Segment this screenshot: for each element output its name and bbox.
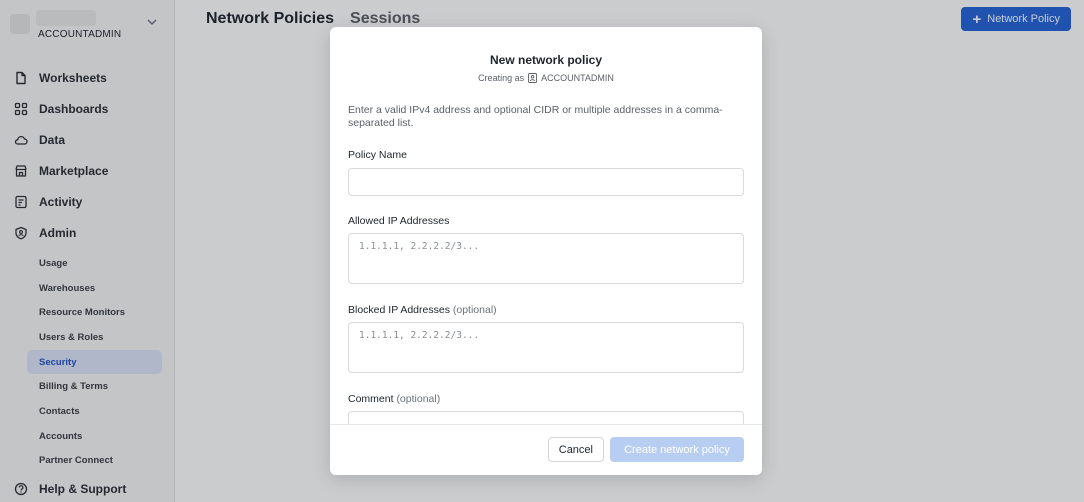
blocked-ip-textarea[interactable]: 1.1.1.1, 2.2.2.2/3...	[348, 322, 744, 373]
dialog-footer: Cancel Create network policy	[330, 424, 762, 475]
policy-name-input[interactable]	[348, 168, 744, 196]
dialog-title: New network policy	[489, 53, 603, 67]
allowed-ip-placeholder: 1.1.1.1, 2.2.2.2/3...	[359, 241, 480, 252]
policy-name-label: Policy Name	[348, 149, 407, 161]
optional-tag: (optional)	[452, 304, 497, 316]
blocked-ip-placeholder: 1.1.1.1, 2.2.2.2/3...	[359, 330, 480, 341]
blocked-ip-label-text: Blocked IP Addresses	[348, 304, 450, 316]
allowed-ip-textarea[interactable]: 1.1.1.1, 2.2.2.2/3...	[348, 233, 744, 284]
comment-input[interactable]	[348, 411, 744, 424]
new-network-policy-dialog: New network policy Creating as ACCOUNTAD…	[330, 27, 762, 475]
creating-as-prefix: Creating as	[478, 73, 525, 83]
blocked-ip-label: Blocked IP Addresses (optional)	[348, 304, 497, 316]
comment-label-text: Comment	[348, 393, 394, 405]
user-role-icon	[528, 73, 538, 83]
dialog-body: Enter a valid IPv4 address and optional …	[348, 104, 744, 424]
creating-as: Creating as ACCOUNTADMIN	[330, 73, 762, 83]
cancel-button[interactable]: Cancel	[547, 437, 604, 462]
dialog-description: Enter a valid IPv4 address and optional …	[348, 104, 723, 129]
optional-tag: (optional)	[396, 393, 441, 405]
creating-as-role: ACCOUNTADMIN	[541, 73, 614, 83]
allowed-ip-label: Allowed IP Addresses	[348, 215, 450, 227]
create-network-policy-button[interactable]: Create network policy	[610, 437, 744, 462]
comment-label: Comment (optional)	[348, 393, 440, 405]
